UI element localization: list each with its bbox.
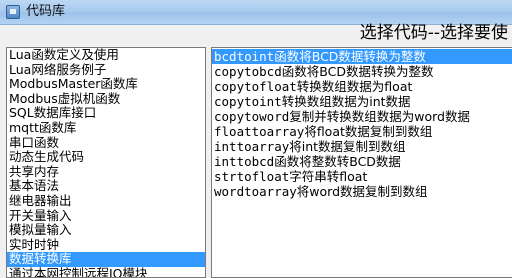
function-code: copytoword: [214, 109, 290, 124]
function-item[interactable]: copytoword复制并转换数组数据为word数据: [212, 109, 512, 124]
category-list[interactable]: Lua函数定义及使用 Lua网络服务例子 ModbusMaster函数库 Modbus…: [6, 47, 206, 278]
function-code: floattoarray: [214, 124, 305, 139]
function-code: copytobcd: [214, 64, 282, 79]
function-code: bcdtoint: [214, 49, 275, 64]
function-description: 转换数组数据为int数据: [281, 94, 411, 109]
category-item[interactable]: 动态生成代码: [7, 150, 205, 165]
category-item[interactable]: Modbus虚拟机函数: [7, 91, 205, 107]
function-item[interactable]: copytofloat转换数组数据为float: [212, 79, 512, 94]
function-description: 将word数据复制到数组: [296, 184, 428, 199]
function-description: 函数将BCD数据转换为整数: [274, 49, 426, 64]
function-description: 复制并转换数组数据为word数据: [289, 109, 470, 124]
function-description: 将float数据复制到数组: [304, 124, 433, 139]
category-item[interactable]: ModbusMaster函数库: [7, 77, 205, 92]
category-item[interactable]: 继电器输出: [7, 193, 205, 209]
function-item[interactable]: wordtoarray将word数据复制到数组: [212, 184, 512, 199]
function-description: 转换数组数据为float: [296, 79, 413, 94]
function-item[interactable]: inttoarray将int数据复制到数组: [212, 139, 512, 154]
function-code: inttobcd: [214, 154, 275, 169]
category-item[interactable]: Lua函数定义及使用: [7, 48, 205, 63]
category-item[interactable]: 开关量输入: [7, 208, 205, 224]
function-item[interactable]: copytoint转换数组数据为int数据: [212, 94, 512, 109]
function-description: 函数将BCD数据转换为整数: [281, 64, 434, 79]
function-item[interactable]: floattoarray将float数据复制到数组: [212, 124, 512, 139]
function-description: 函数将整数转BCD数据: [274, 154, 401, 169]
function-code: inttoarray: [214, 139, 290, 154]
category-item[interactable]: 数据转换库: [7, 252, 205, 267]
function-item[interactable]: inttobcd函数将整数转BCD数据: [212, 154, 512, 169]
category-item[interactable]: 共享内存: [7, 164, 205, 180]
category-item[interactable]: 串口函数: [7, 135, 205, 151]
function-description: 将int数据复制到数组: [289, 139, 406, 154]
category-item[interactable]: Lua网络服务例子: [7, 62, 205, 78]
category-item[interactable]: 实时时钟: [7, 237, 205, 253]
function-code: copytofloat: [214, 79, 297, 94]
category-item[interactable]: 基本语法: [7, 179, 205, 194]
function-code: copytoint: [214, 94, 282, 109]
function-item[interactable]: bcdtoint函数将BCD数据转换为整数: [212, 49, 512, 64]
window-title: 代码库: [26, 4, 66, 19]
category-item[interactable]: 通过本网控制远程IO模块: [7, 266, 205, 277]
function-code: strtofloat: [214, 169, 290, 184]
app-icon: [6, 5, 20, 19]
function-list[interactable]: bcdtoint函数将BCD数据转换为整数 copytobcd函数将BCD数据转换…: [211, 47, 512, 278]
category-item[interactable]: 模拟量输入: [7, 223, 205, 238]
function-item[interactable]: copytobcd函数将BCD数据转换为整数: [212, 64, 512, 79]
function-code: wordtoarray: [214, 184, 297, 199]
select-prompt: 选择代码--选择要使: [359, 23, 508, 43]
category-item[interactable]: SQL数据库接口: [7, 106, 205, 121]
function-description: 字符串转float: [289, 169, 368, 184]
function-item[interactable]: strtofloat字符串转float: [212, 169, 512, 184]
category-item[interactable]: mqtt函数库: [7, 120, 205, 136]
